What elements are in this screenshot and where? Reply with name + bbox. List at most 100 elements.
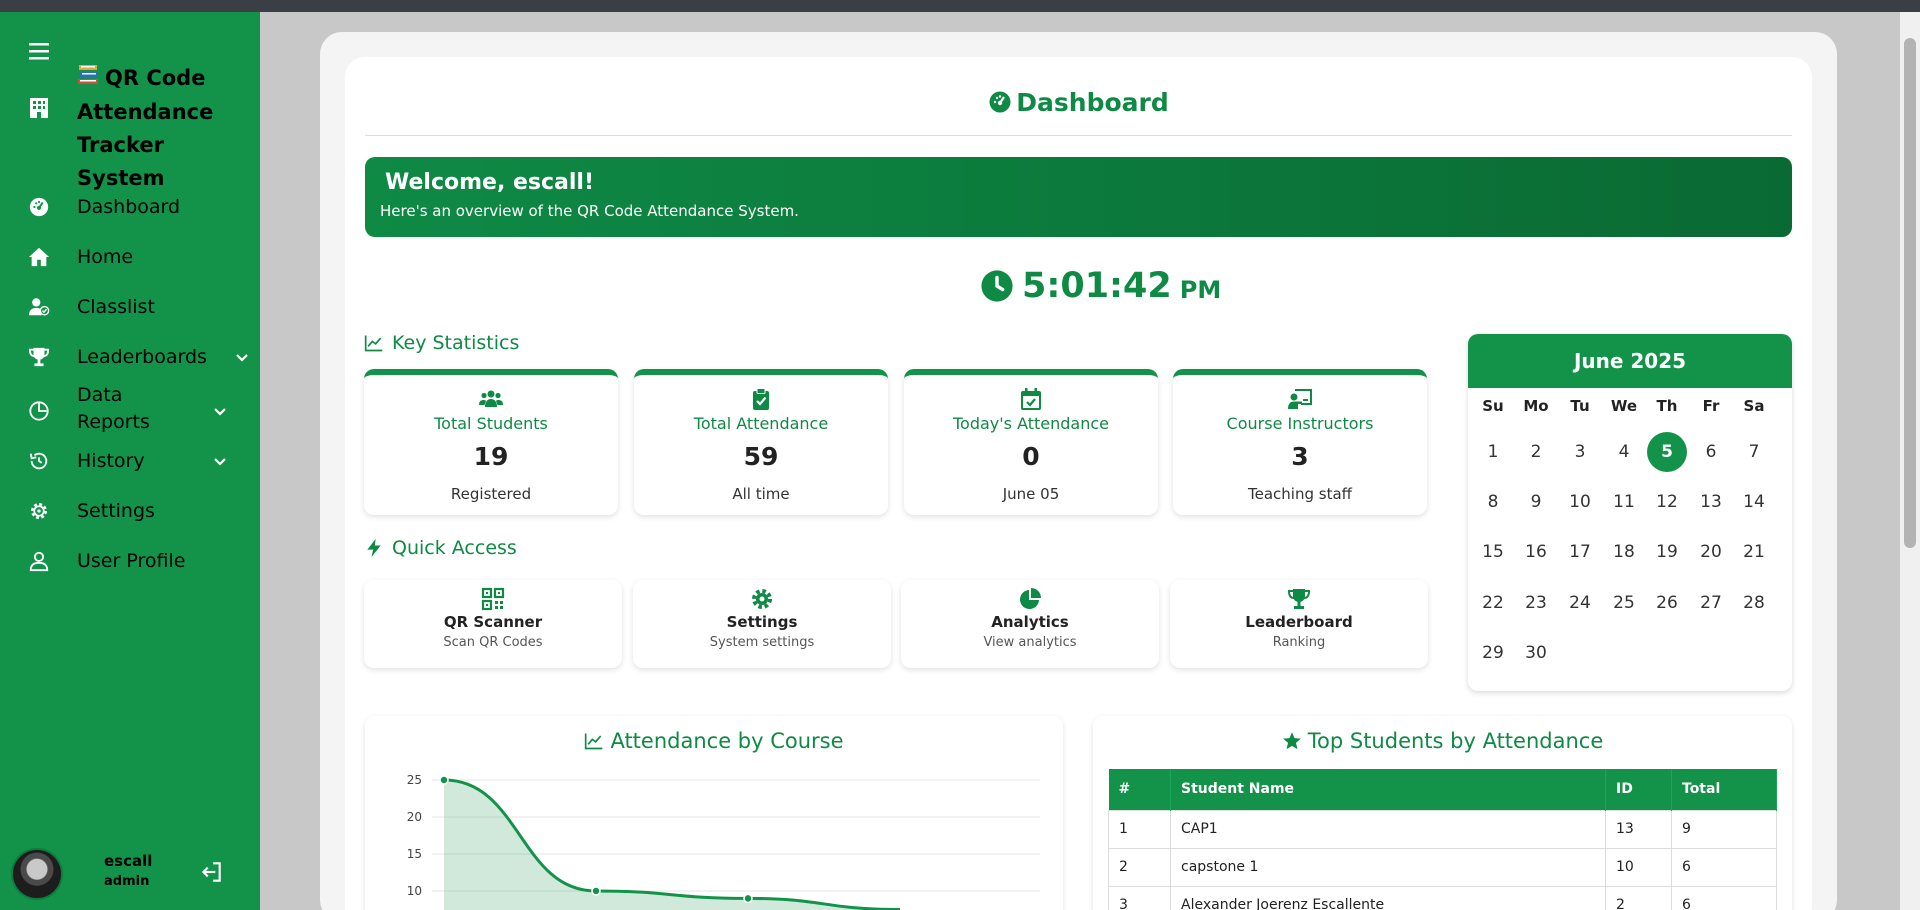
y-tick-label: 10 xyxy=(407,884,422,898)
stat-label: Total Students xyxy=(434,414,548,433)
building-icon xyxy=(26,95,52,121)
logout-icon[interactable] xyxy=(198,859,224,885)
sidebar-item-history[interactable]: History xyxy=(0,441,260,481)
calendar-day-today[interactable]: 5 xyxy=(1647,432,1687,472)
clock-ampm: PM xyxy=(1179,276,1222,304)
calendar-day[interactable]: 16 xyxy=(1516,532,1556,572)
table-cell: 2 xyxy=(1605,885,1672,910)
calendar-day[interactable]: 27 xyxy=(1691,583,1731,623)
sidebar-item-label: History xyxy=(77,450,145,472)
stat-value: 0 xyxy=(1022,442,1040,471)
calendar-day[interactable]: 10 xyxy=(1560,482,1600,522)
table-row[interactable]: 1 CAP1 13 9 xyxy=(1108,809,1777,849)
quick-access-subtitle: Ranking xyxy=(1272,635,1326,650)
quick-access-title: Quick Access xyxy=(392,537,517,559)
calendar-day[interactable]: 8 xyxy=(1473,482,1513,522)
welcome-banner: Welcome, escall! Here's an overview of t… xyxy=(365,157,1792,237)
quick-access-leaderboard[interactable]: Leaderboard Ranking xyxy=(1170,580,1428,668)
table-cell: 6 xyxy=(1671,847,1777,887)
calendar-day[interactable]: 15 xyxy=(1473,532,1513,572)
calendar-day[interactable]: 23 xyxy=(1516,583,1556,623)
calendar-day[interactable]: 17 xyxy=(1560,532,1600,572)
calendar-day[interactable]: 20 xyxy=(1691,532,1731,572)
calendar-day[interactable]: 7 xyxy=(1734,432,1774,472)
calendar-day[interactable]: 28 xyxy=(1734,583,1774,623)
scrollbar-thumb[interactable] xyxy=(1904,38,1916,548)
column-header[interactable]: # xyxy=(1108,769,1171,810)
clipboard-check-icon xyxy=(634,387,888,411)
chart-data-point[interactable] xyxy=(439,775,449,785)
user-check-icon xyxy=(26,294,52,320)
sidebar-item-label: Dashboard xyxy=(77,196,181,218)
star-icon xyxy=(1283,732,1301,750)
sidebar-item-label: Classlist xyxy=(77,296,155,318)
menu-toggle-icon[interactable] xyxy=(26,38,52,64)
table-cell: 2 xyxy=(1108,847,1171,887)
calendar-day[interactable]: 30 xyxy=(1516,633,1556,673)
sidebar-item-home[interactable]: Home xyxy=(0,237,260,277)
quick-access-subtitle: System settings xyxy=(709,635,815,650)
calendar-day[interactable]: 18 xyxy=(1604,532,1644,572)
sidebar-item-label-line1: Data xyxy=(77,384,123,406)
calendar-day[interactable]: 11 xyxy=(1604,482,1644,522)
books-icon xyxy=(77,63,101,96)
sidebar-item-label: Data Reports xyxy=(77,382,150,436)
column-header[interactable]: Student Name xyxy=(1170,769,1606,810)
clock-time: 5:01:42 xyxy=(1022,266,1172,306)
column-header[interactable]: ID xyxy=(1605,769,1672,810)
calendar-day[interactable]: 1 xyxy=(1473,432,1513,472)
sidebar-item-label: Leaderboards xyxy=(77,346,207,368)
calendar-weekday: Tu xyxy=(1570,397,1590,415)
calendar-day[interactable]: 29 xyxy=(1473,633,1513,673)
chevron-down-icon[interactable] xyxy=(212,453,228,469)
sidebar-item-data-reports[interactable]: Data Reports xyxy=(0,382,260,440)
top-students-title-text: Top Students by Attendance xyxy=(1307,729,1604,753)
calendar-day[interactable]: 21 xyxy=(1734,532,1774,572)
quick-access-title: QR Scanner xyxy=(443,613,543,631)
chart-data-point[interactable] xyxy=(743,893,753,904)
column-header[interactable]: Total xyxy=(1671,769,1777,810)
stat-card-total-students: Total Students 19 Registered xyxy=(364,369,618,515)
sidebar-item-user-profile[interactable]: User Profile xyxy=(0,541,260,581)
sidebar-item-settings[interactable]: Settings xyxy=(0,491,260,531)
quick-access-analytics[interactable]: Analytics View analytics xyxy=(901,580,1159,668)
table-cell: 1 xyxy=(1108,809,1171,849)
calendar-day[interactable]: 25 xyxy=(1604,583,1644,623)
table-cell: capstone 1 xyxy=(1170,847,1606,887)
sidebar-item-label: Settings xyxy=(77,500,155,522)
key-statistics-title: Key Statistics xyxy=(392,332,520,354)
calendar-day[interactable]: 13 xyxy=(1691,482,1731,522)
calendar-day[interactable]: 9 xyxy=(1516,482,1556,522)
calendar-day[interactable]: 2 xyxy=(1516,432,1556,472)
table-header-row: # Student Name ID Total xyxy=(1108,769,1777,810)
calendar-day[interactable]: 26 xyxy=(1647,583,1687,623)
calendar-day[interactable]: 4 xyxy=(1604,432,1644,472)
calendar-day[interactable]: 3 xyxy=(1560,432,1600,472)
y-tick-label: 25 xyxy=(407,773,422,787)
attendance-chart-title: Attendance by Course xyxy=(365,729,1063,753)
calendar-day[interactable]: 6 xyxy=(1691,432,1731,472)
calendar-day[interactable]: 24 xyxy=(1560,583,1600,623)
app-title-line3: Tracker System xyxy=(77,132,165,190)
chart-data-point[interactable] xyxy=(591,886,601,896)
calendar-day[interactable]: 12 xyxy=(1647,482,1687,522)
quick-access-qr-scanner[interactable]: QR Scanner Scan QR Codes xyxy=(364,580,622,668)
sidebar-item-leaderboards[interactable]: Leaderboards xyxy=(0,337,260,377)
calendar-day[interactable]: 19 xyxy=(1647,532,1687,572)
gauge-icon xyxy=(989,91,1011,113)
chart-pie-icon xyxy=(901,587,1159,611)
avatar[interactable] xyxy=(11,848,63,900)
sidebar-item-dashboard[interactable]: Dashboard xyxy=(0,187,260,227)
sidebar-item-classlist[interactable]: Classlist xyxy=(0,287,260,327)
calendar-day[interactable]: 14 xyxy=(1734,482,1774,522)
quick-access-settings[interactable]: Settings System settings xyxy=(633,580,891,668)
table-row[interactable]: 3 Alexander Joerenz Escallente 2 6 xyxy=(1108,885,1777,910)
stat-value: 19 xyxy=(473,442,509,471)
chevron-down-icon[interactable] xyxy=(234,349,250,365)
chevron-down-icon[interactable] xyxy=(212,403,228,419)
calendar-day[interactable]: 22 xyxy=(1473,583,1513,623)
trophy-icon xyxy=(26,344,52,370)
sidebar-item-label: User Profile xyxy=(77,550,186,572)
table-row[interactable]: 2 capstone 1 10 6 xyxy=(1108,847,1777,887)
sidebar-item-label: Home xyxy=(77,246,134,268)
